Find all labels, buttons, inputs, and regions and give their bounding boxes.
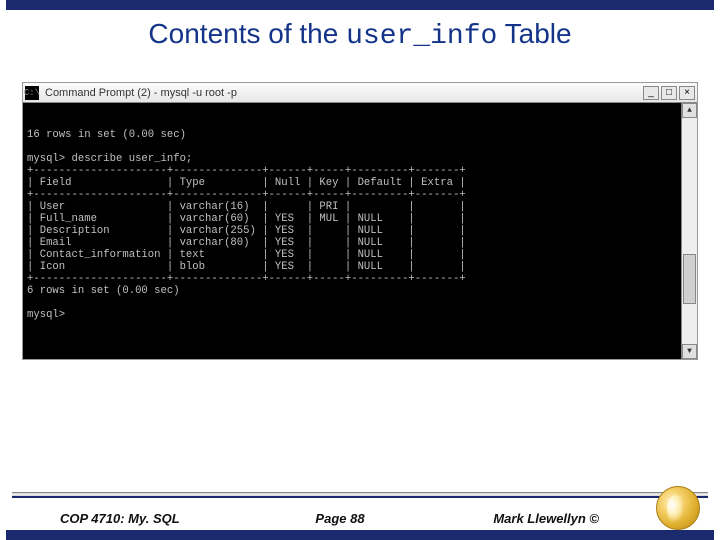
scrollbar[interactable]: ▲ ▼: [681, 103, 697, 359]
output-line: | Contact_information | text | YES | | N…: [27, 249, 466, 261]
output-line: 16 rows in set (0.00 sec): [27, 129, 186, 141]
minimize-button[interactable]: _: [643, 86, 659, 100]
output-line: mysql>: [27, 309, 65, 321]
slide-bottom-border: [6, 530, 714, 540]
command-prompt-titlebar: C:\ Command Prompt (2) - mysql -u root -…: [23, 83, 697, 103]
scroll-track[interactable]: [682, 118, 697, 344]
footer-divider: [12, 492, 708, 498]
output-line: | Field | Type | Null | Key | Default | …: [27, 177, 466, 189]
title-mono: user_info: [346, 21, 497, 52]
maximize-button[interactable]: □: [661, 86, 677, 100]
command-prompt-window: C:\ Command Prompt (2) - mysql -u root -…: [22, 82, 698, 360]
output-line: +---------------------+--------------+--…: [27, 273, 466, 285]
slide-top-border: [6, 0, 714, 10]
slide-title: Contents of the user_info Table: [0, 18, 720, 52]
command-prompt-body: 16 rows in set (0.00 sec) mysql> describ…: [23, 103, 697, 359]
title-prefix: Contents of the: [148, 18, 346, 49]
scroll-up-button[interactable]: ▲: [682, 103, 697, 118]
slide-footer: COP 4710: My. SQL Page 88 Mark Llewellyn…: [0, 511, 720, 526]
command-output: 16 rows in set (0.00 sec) mysql> describ…: [27, 129, 677, 321]
footer-right: Mark Llewellyn ©: [433, 511, 680, 526]
cmd-window-title: Command Prompt (2) - mysql -u root -p: [45, 87, 237, 99]
output-line: | Email | varchar(80) | YES | | NULL | |: [27, 237, 466, 249]
close-button[interactable]: ×: [679, 86, 695, 100]
output-line: | Description | varchar(255) | YES | | N…: [27, 225, 466, 237]
output-line: +---------------------+--------------+--…: [27, 189, 466, 201]
title-suffix: Table: [497, 18, 571, 49]
output-line: mysql> describe user_info;: [27, 153, 192, 165]
output-line: | User | varchar(16) | | PRI | | |: [27, 201, 466, 213]
footer-center: Page 88: [247, 511, 434, 526]
output-line: | Icon | blob | YES | | NULL | |: [27, 261, 466, 273]
scroll-thumb[interactable]: [683, 254, 696, 304]
output-line: +---------------------+--------------+--…: [27, 165, 466, 177]
cmd-icon: C:\: [25, 86, 39, 100]
output-line: 6 rows in set (0.00 sec): [27, 285, 180, 297]
scroll-down-button[interactable]: ▼: [682, 344, 697, 359]
ucf-logo-icon: [656, 486, 700, 530]
output-line: | Full_name | varchar(60) | YES | MUL | …: [27, 213, 466, 225]
footer-left: COP 4710: My. SQL: [60, 511, 247, 526]
